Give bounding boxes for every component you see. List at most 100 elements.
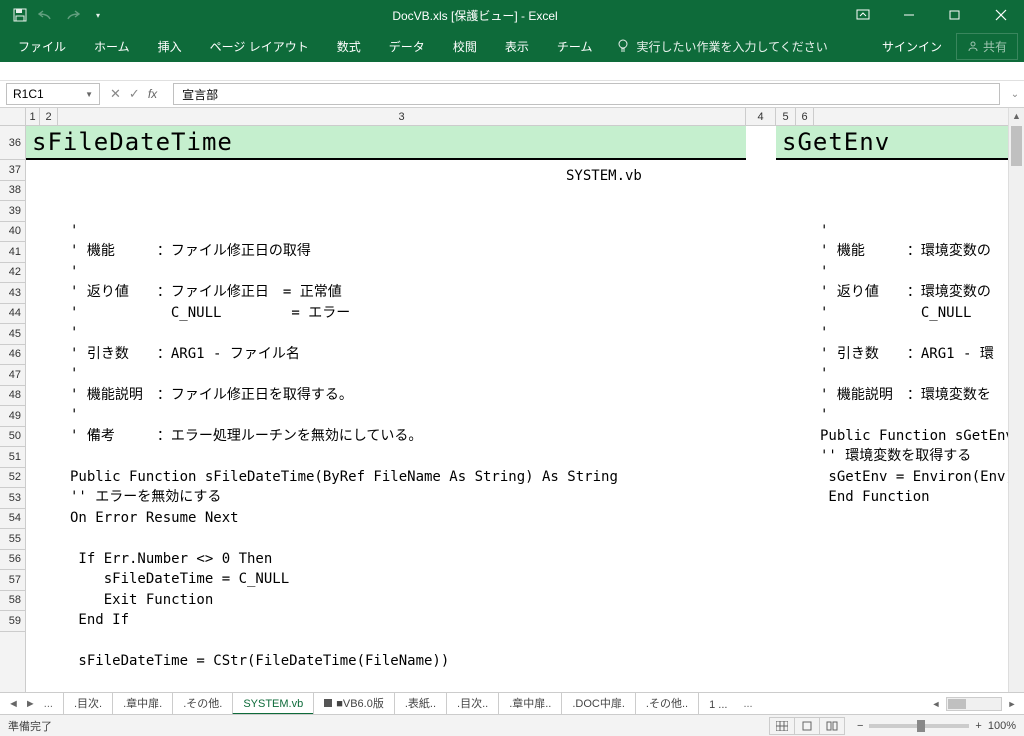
signin-button[interactable]: サインイン [872,32,952,61]
row-header[interactable]: 46 [0,345,25,366]
tab-team[interactable]: チーム [545,32,605,61]
page-break-icon [826,721,838,731]
tab-page-layout[interactable]: ページ レイアウト [198,32,321,61]
page-layout-icon [801,721,813,731]
col-header[interactable]: 2 [40,108,58,125]
row-header[interactable]: 57 [0,570,25,591]
sheet-tab[interactable]: .DOC中扉. [561,693,636,715]
view-buttons [770,717,845,735]
row-header[interactable]: 52 [0,468,25,489]
sheet-tab[interactable]: ■VB6.0版 [313,693,395,715]
name-box[interactable]: R1C1 ▼ [6,83,100,105]
row-header[interactable]: 51 [0,447,25,468]
row-header[interactable]: 56 [0,550,25,571]
minimize-button[interactable] [886,0,932,30]
status-ready: 準備完了 [8,718,52,734]
row-header[interactable]: 43 [0,283,25,304]
save-button[interactable] [8,3,32,27]
sheet-tab[interactable]: .その他.. [635,693,699,715]
scroll-up-button[interactable]: ▲ [1009,108,1024,124]
row-header[interactable]: 41 [0,242,25,263]
fx-icon[interactable]: fx [148,87,163,101]
row-header[interactable]: 49 [0,406,25,427]
section-header-right: sGetEnv [776,126,1008,160]
share-button[interactable]: 共有 [956,33,1018,60]
horizontal-scrollbar[interactable]: ◄ ► [928,697,1024,711]
hscroll-left[interactable]: ◄ [928,699,944,709]
scroll-thumb[interactable] [1011,126,1022,166]
ribbon-display-icon [856,9,870,21]
sheet-tab[interactable]: .表紙.. [394,693,447,715]
sheet-tab[interactable]: SYSTEM.vb [232,695,314,715]
row-header[interactable]: 53 [0,488,25,509]
row-header[interactable]: 44 [0,304,25,325]
col-header[interactable]: 1 [26,108,40,125]
col-header[interactable]: 3 [58,108,746,125]
redo-icon [64,9,80,21]
formula-buttons: ✕ ✓ fx [100,86,173,102]
sheet-tab[interactable]: 1 ... [698,696,737,715]
view-page-layout-button[interactable] [794,717,820,735]
enter-formula-button[interactable]: ✓ [129,86,140,102]
zoom-in-button[interactable]: + [975,720,981,732]
row-header[interactable]: 48 [0,386,25,407]
row-header[interactable]: 58 [0,591,25,612]
code-right: ' ' 機能 ：環境変数の ' ' 返り値 ：環境変数の ' C_NULL ' … [820,200,1014,508]
sheet-tab-strip: ◄ ► ... .目次..章中扉..その他.SYSTEM.vb■VB6.0版.表… [0,692,1024,714]
tab-review[interactable]: 校閲 [441,32,489,61]
row-header[interactable]: 47 [0,365,25,386]
row-header[interactable]: 45 [0,324,25,345]
sheet-tab[interactable]: .その他. [172,693,233,715]
row-header[interactable]: 50 [0,427,25,448]
sheet-tab[interactable]: .章中扉. [112,693,173,715]
tab-file[interactable]: ファイル [6,32,78,61]
col-header[interactable]: 6 [796,108,814,125]
view-normal-button[interactable] [769,717,795,735]
grid[interactable]: sFileDateTime sGetEnv SYSTEM.vb ' ' 機能 ：… [26,126,1008,712]
tab-data[interactable]: データ [377,32,437,61]
row-header[interactable]: 42 [0,263,25,284]
tab-formulas[interactable]: 数式 [325,32,373,61]
ribbon-display-button[interactable] [840,0,886,30]
sheet-nav-next[interactable]: ► [23,698,38,710]
select-all-corner[interactable] [0,108,26,125]
zoom-out-button[interactable]: − [857,720,863,732]
qat-customize[interactable]: ▾ [86,3,110,27]
row-header[interactable]: 59 [0,611,25,632]
hscroll-right[interactable]: ► [1004,699,1020,709]
undo-button[interactable] [34,3,58,27]
zoom-slider[interactable] [869,724,969,728]
sheet-tab[interactable]: .章中扉.. [498,693,562,715]
tell-me[interactable]: 実行したい作業を入力してください [616,38,827,55]
row-header[interactable]: 54 [0,509,25,530]
col-header[interactable]: 4 [746,108,776,125]
formula-expand-button[interactable]: ⌄ [1006,89,1024,100]
formula-input[interactable]: 宣言部 [173,83,1000,105]
zoom-knob[interactable] [917,720,925,732]
hscroll-track[interactable] [946,697,1002,711]
hscroll-thumb[interactable] [948,699,966,709]
row-header[interactable]: 37 [0,160,25,181]
row-header[interactable]: 55 [0,529,25,550]
vertical-scrollbar[interactable]: ▲ ▼ [1008,108,1024,712]
row-header[interactable]: 36 [0,126,25,160]
col-header[interactable]: 5 [776,108,796,125]
row-header[interactable]: 39 [0,201,25,222]
tab-home[interactable]: ホーム [82,32,142,61]
sheet-tab[interactable]: .目次. [63,693,113,715]
redo-button[interactable] [60,3,84,27]
close-button[interactable] [978,0,1024,30]
tab-insert[interactable]: 挿入 [146,32,194,61]
row-header[interactable]: 38 [0,181,25,202]
maximize-button[interactable] [932,0,978,30]
sheet-tab[interactable]: .目次.. [446,693,499,715]
sheet-tabs-more[interactable]: ... [737,698,758,710]
row-header[interactable]: 40 [0,222,25,243]
cancel-formula-button[interactable]: ✕ [110,86,121,102]
sheet-nav-prev[interactable]: ◄ [6,698,21,710]
tab-view[interactable]: 表示 [493,32,541,61]
minimize-icon [903,9,915,21]
view-page-break-button[interactable] [819,717,845,735]
quick-access-toolbar: ▾ [0,3,110,27]
grid-icon [776,721,788,731]
